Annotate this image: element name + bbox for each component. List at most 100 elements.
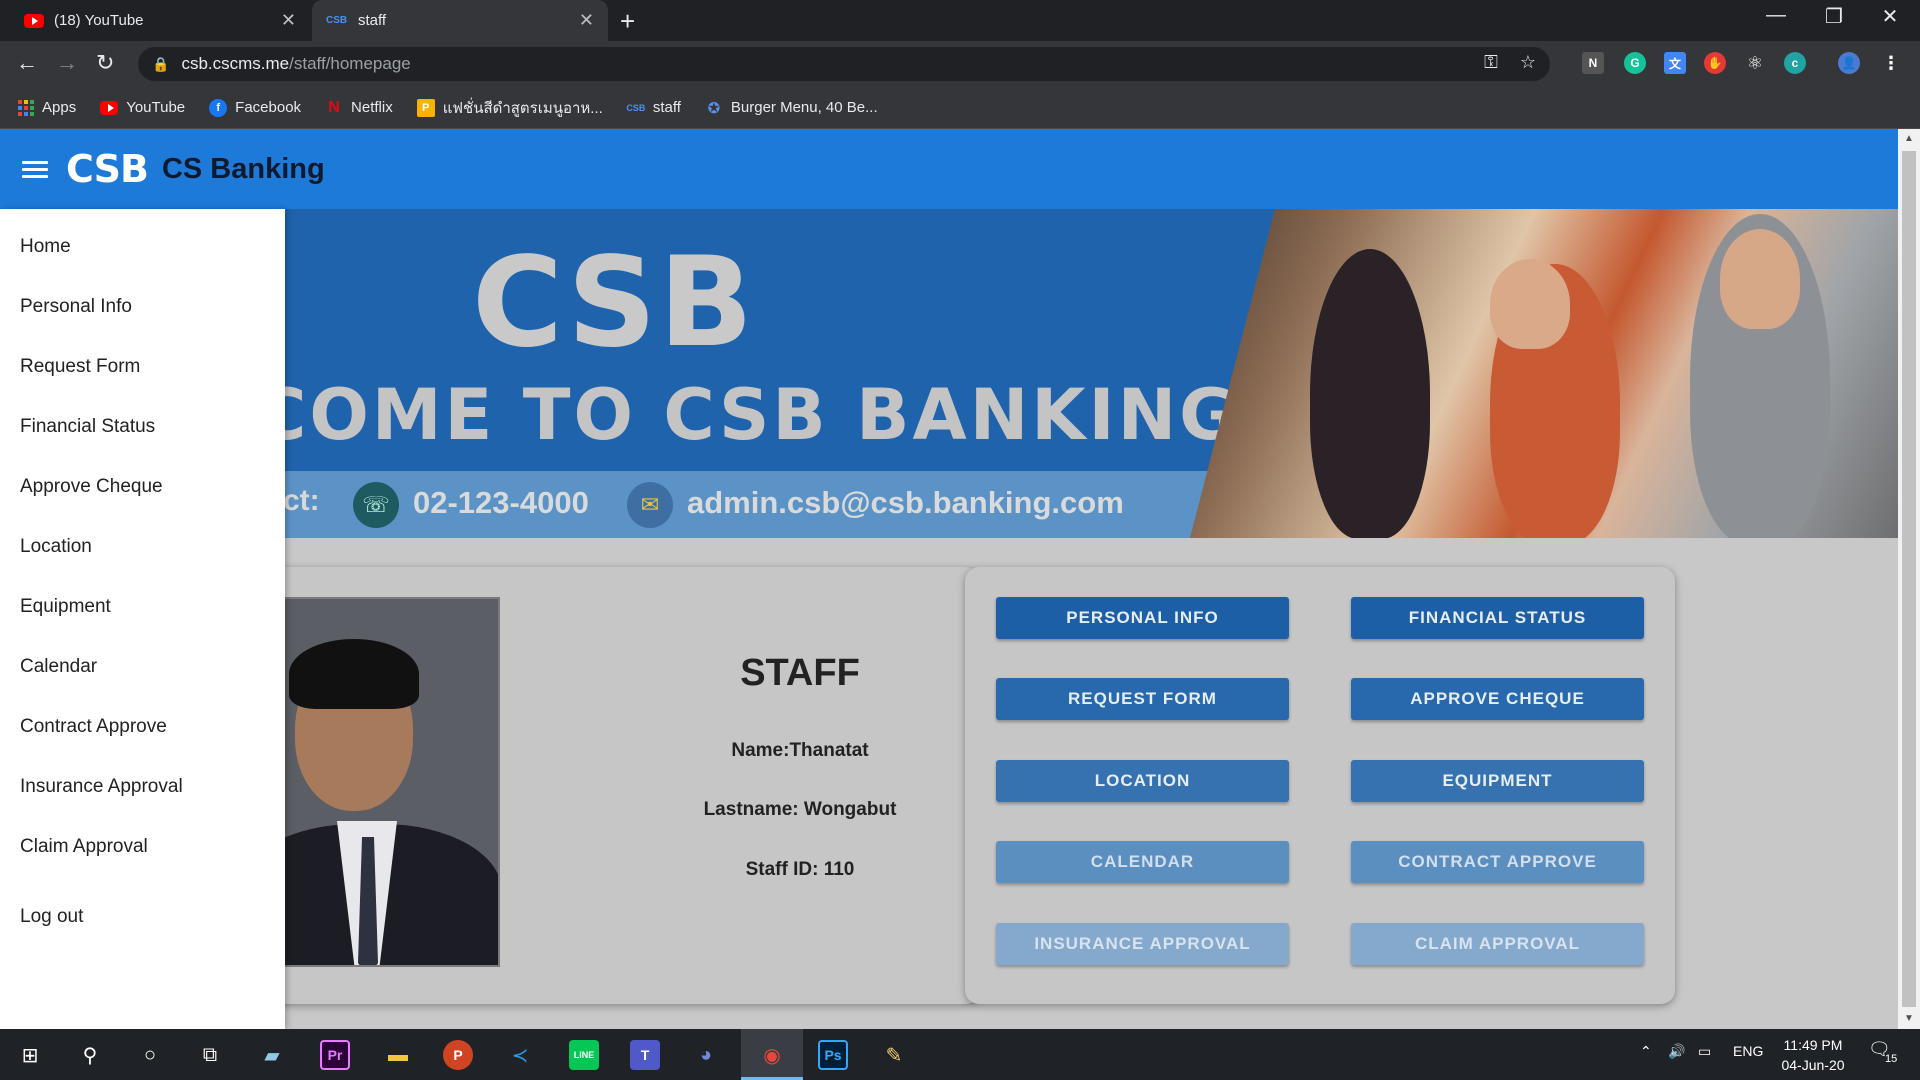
file-explorer-icon[interactable]: ▬ — [380, 1037, 416, 1073]
bookmark-youtube[interactable]: YouTube — [100, 99, 185, 117]
tab-youtube[interactable]: (18) YouTube ✕ — [10, 0, 310, 41]
welcome-banner: CSB COME TO CSB BANKING ct: ☏ 02-123-400… — [285, 209, 1898, 538]
navigation-drawer: Home Personal Info Request Form Financia… — [0, 209, 285, 1029]
hamburger-menu-icon[interactable] — [22, 157, 48, 182]
cortana-icon[interactable]: ○ — [132, 1037, 168, 1073]
system-clock[interactable]: 11:49 PM 04-Jun-20 — [1768, 1035, 1858, 1075]
line-app-icon[interactable]: LINE — [569, 1040, 599, 1070]
browser-tab-bar: (18) YouTube ✕ CSB staff ✕ + — ❐ ✕ — [0, 0, 1920, 41]
bookmark-netflix[interactable]: N Netflix — [325, 98, 393, 117]
netflix-icon: N — [328, 98, 340, 116]
windows-taskbar: ⊞ ⚲ ○ ⧉ ▰ Pr ▬ P ≺ LINE T ◕ ◉ Ps ✎ ⌃ 🔊 ▭… — [0, 1029, 1920, 1080]
bookmark-label: Netflix — [351, 99, 393, 116]
bookmark-burger-menu[interactable]: ✪ Burger Menu, 40 Be... — [705, 99, 878, 117]
url-path: /staff/homepage — [289, 54, 411, 73]
drawer-item-financial-status[interactable]: Financial Status — [20, 416, 155, 438]
drawer-item-logout[interactable]: Log out — [20, 906, 83, 928]
page-scrollbar[interactable]: ▲ ▼ — [1898, 129, 1920, 1029]
drawer-item-approve-cheque[interactable]: Approve Cheque — [20, 476, 163, 498]
forward-arrow-icon[interactable]: → — [56, 50, 78, 76]
request-form-button[interactable]: REQUEST FORM — [996, 678, 1289, 720]
banner-photo — [1190, 209, 1898, 538]
react-devtools-icon[interactable]: ⚛ — [1744, 52, 1766, 74]
paint-icon[interactable]: ✎ — [876, 1037, 912, 1073]
photoshop-icon[interactable]: Ps — [818, 1040, 848, 1070]
adblock-hand-icon[interactable]: ✋ — [1704, 52, 1726, 74]
notes-app-icon[interactable]: ▰ — [254, 1037, 290, 1073]
close-window-button[interactable]: ✕ — [1870, 4, 1910, 29]
task-view-icon[interactable]: ⧉ — [192, 1037, 228, 1073]
search-icon[interactable]: ⚲ — [72, 1037, 108, 1073]
approve-cheque-button[interactable]: APPROVE CHEQUE — [1351, 678, 1644, 720]
close-tab-icon[interactable]: ✕ — [579, 10, 594, 31]
drawer-item-location[interactable]: Location — [20, 536, 92, 558]
drawer-item-insurance-approval[interactable]: Insurance Approval — [20, 776, 183, 798]
contract-approve-button[interactable]: CONTRACT APPROVE — [1351, 841, 1644, 883]
location-button[interactable]: LOCATION — [996, 760, 1289, 802]
close-tab-icon[interactable]: ✕ — [281, 10, 296, 31]
csb-favicon-icon: CSB — [326, 15, 348, 26]
scroll-down-icon[interactable]: ▼ — [1904, 1013, 1914, 1024]
chrome-menu-icon[interactable]: ⋮ — [1880, 52, 1902, 74]
windows-start-icon[interactable]: ⊞ — [12, 1037, 48, 1073]
drawer-item-equipment[interactable]: Equipment — [20, 596, 111, 618]
bookmark-star-icon[interactable]: ☆ — [1520, 52, 1536, 73]
personal-info-button[interactable]: PERSONAL INFO — [996, 597, 1289, 639]
drawer-item-claim-approval[interactable]: Claim Approval — [20, 836, 148, 858]
lock-icon: 🔒 — [152, 55, 170, 72]
financial-status-button[interactable]: FINANCIAL STATUS — [1351, 597, 1644, 639]
equipment-button[interactable]: EQUIPMENT — [1351, 760, 1644, 802]
reload-icon[interactable]: ↻ — [96, 50, 114, 76]
back-arrow-icon[interactable]: ← — [16, 50, 38, 76]
bookmark-label: แฟชั่นสีดำสูตรเมนูอาห... — [442, 99, 603, 117]
restore-button[interactable]: ❐ — [1814, 4, 1854, 29]
drawer-item-request-form[interactable]: Request Form — [20, 356, 140, 378]
banner-email: admin.csb@csb.banking.com — [687, 485, 1124, 520]
app-title: CS Banking — [161, 152, 325, 185]
vscode-icon[interactable]: ≺ — [502, 1037, 538, 1073]
calendar-button[interactable]: CALENDAR — [996, 841, 1289, 883]
facebook-icon: f — [209, 98, 228, 117]
scrollbar-thumb[interactable] — [1902, 151, 1916, 1007]
url-host: csb.cscms.me — [181, 54, 290, 73]
extension-c-icon[interactable]: c — [1784, 52, 1806, 74]
bookmark-facebook[interactable]: f Facebook — [209, 98, 301, 117]
chrome-icon[interactable]: ◉ — [754, 1037, 790, 1073]
translate-icon[interactable]: 文 — [1664, 52, 1686, 74]
drawer-item-personal-info[interactable]: Personal Info — [20, 296, 132, 318]
bookmark-recipe[interactable]: P แฟชั่นสีดำสูตรเมนูอาห... — [416, 96, 603, 120]
new-tab-button[interactable]: + — [620, 6, 635, 37]
drawer-item-home[interactable]: Home — [20, 236, 71, 258]
claim-approval-button[interactable]: CLAIM APPROVAL — [1351, 923, 1644, 965]
powerpoint-icon[interactable]: P — [443, 1040, 473, 1070]
battery-icon[interactable]: ▭ — [1698, 1043, 1711, 1060]
insurance-approval-button[interactable]: INSURANCE APPROVAL — [996, 923, 1289, 965]
bookmark-staff[interactable]: CSB staff — [626, 99, 681, 117]
tray-expand-icon[interactable]: ⌃ — [1640, 1043, 1652, 1060]
mail-icon: ✉ — [627, 482, 673, 528]
grammarly-icon[interactable]: G — [1624, 52, 1646, 74]
banner-phone: 02-123-4000 — [413, 485, 589, 520]
notification-count: 15 — [1885, 1053, 1898, 1065]
drawer-item-contract-approve[interactable]: Contract Approve — [20, 716, 167, 738]
teams-icon[interactable]: T — [630, 1040, 660, 1070]
contact-label: ct: — [285, 484, 320, 517]
tab-staff[interactable]: CSB staff ✕ — [312, 0, 608, 41]
tab-title: staff — [358, 12, 387, 29]
profile-avatar[interactable]: 👤 — [1838, 52, 1860, 74]
language-indicator[interactable]: ENG — [1733, 1043, 1763, 1059]
burger-icon: ✪ — [707, 99, 721, 117]
bookmark-p-icon: P — [416, 98, 435, 117]
scroll-up-icon[interactable]: ▲ — [1904, 133, 1914, 144]
minimize-button[interactable]: — — [1756, 4, 1796, 27]
clock-time: 11:49 PM — [1783, 1037, 1843, 1053]
key-icon[interactable]: ⚿ — [1484, 52, 1498, 73]
premiere-pro-icon[interactable]: Pr — [320, 1040, 350, 1070]
drawer-item-calendar[interactable]: Calendar — [20, 656, 97, 678]
volume-icon[interactable]: 🔊 — [1668, 1043, 1685, 1060]
extension-n-icon[interactable]: N — [1582, 52, 1604, 74]
web-page: CSB CS Banking Home Personal Info Reques… — [0, 129, 1898, 1029]
discord-icon[interactable]: ◕ — [688, 1037, 724, 1073]
bookmark-apps[interactable]: Apps — [18, 99, 76, 116]
address-bar[interactable]: 🔒 csb.cscms.me /staff/homepage ⚿ ☆ — [138, 47, 1550, 81]
